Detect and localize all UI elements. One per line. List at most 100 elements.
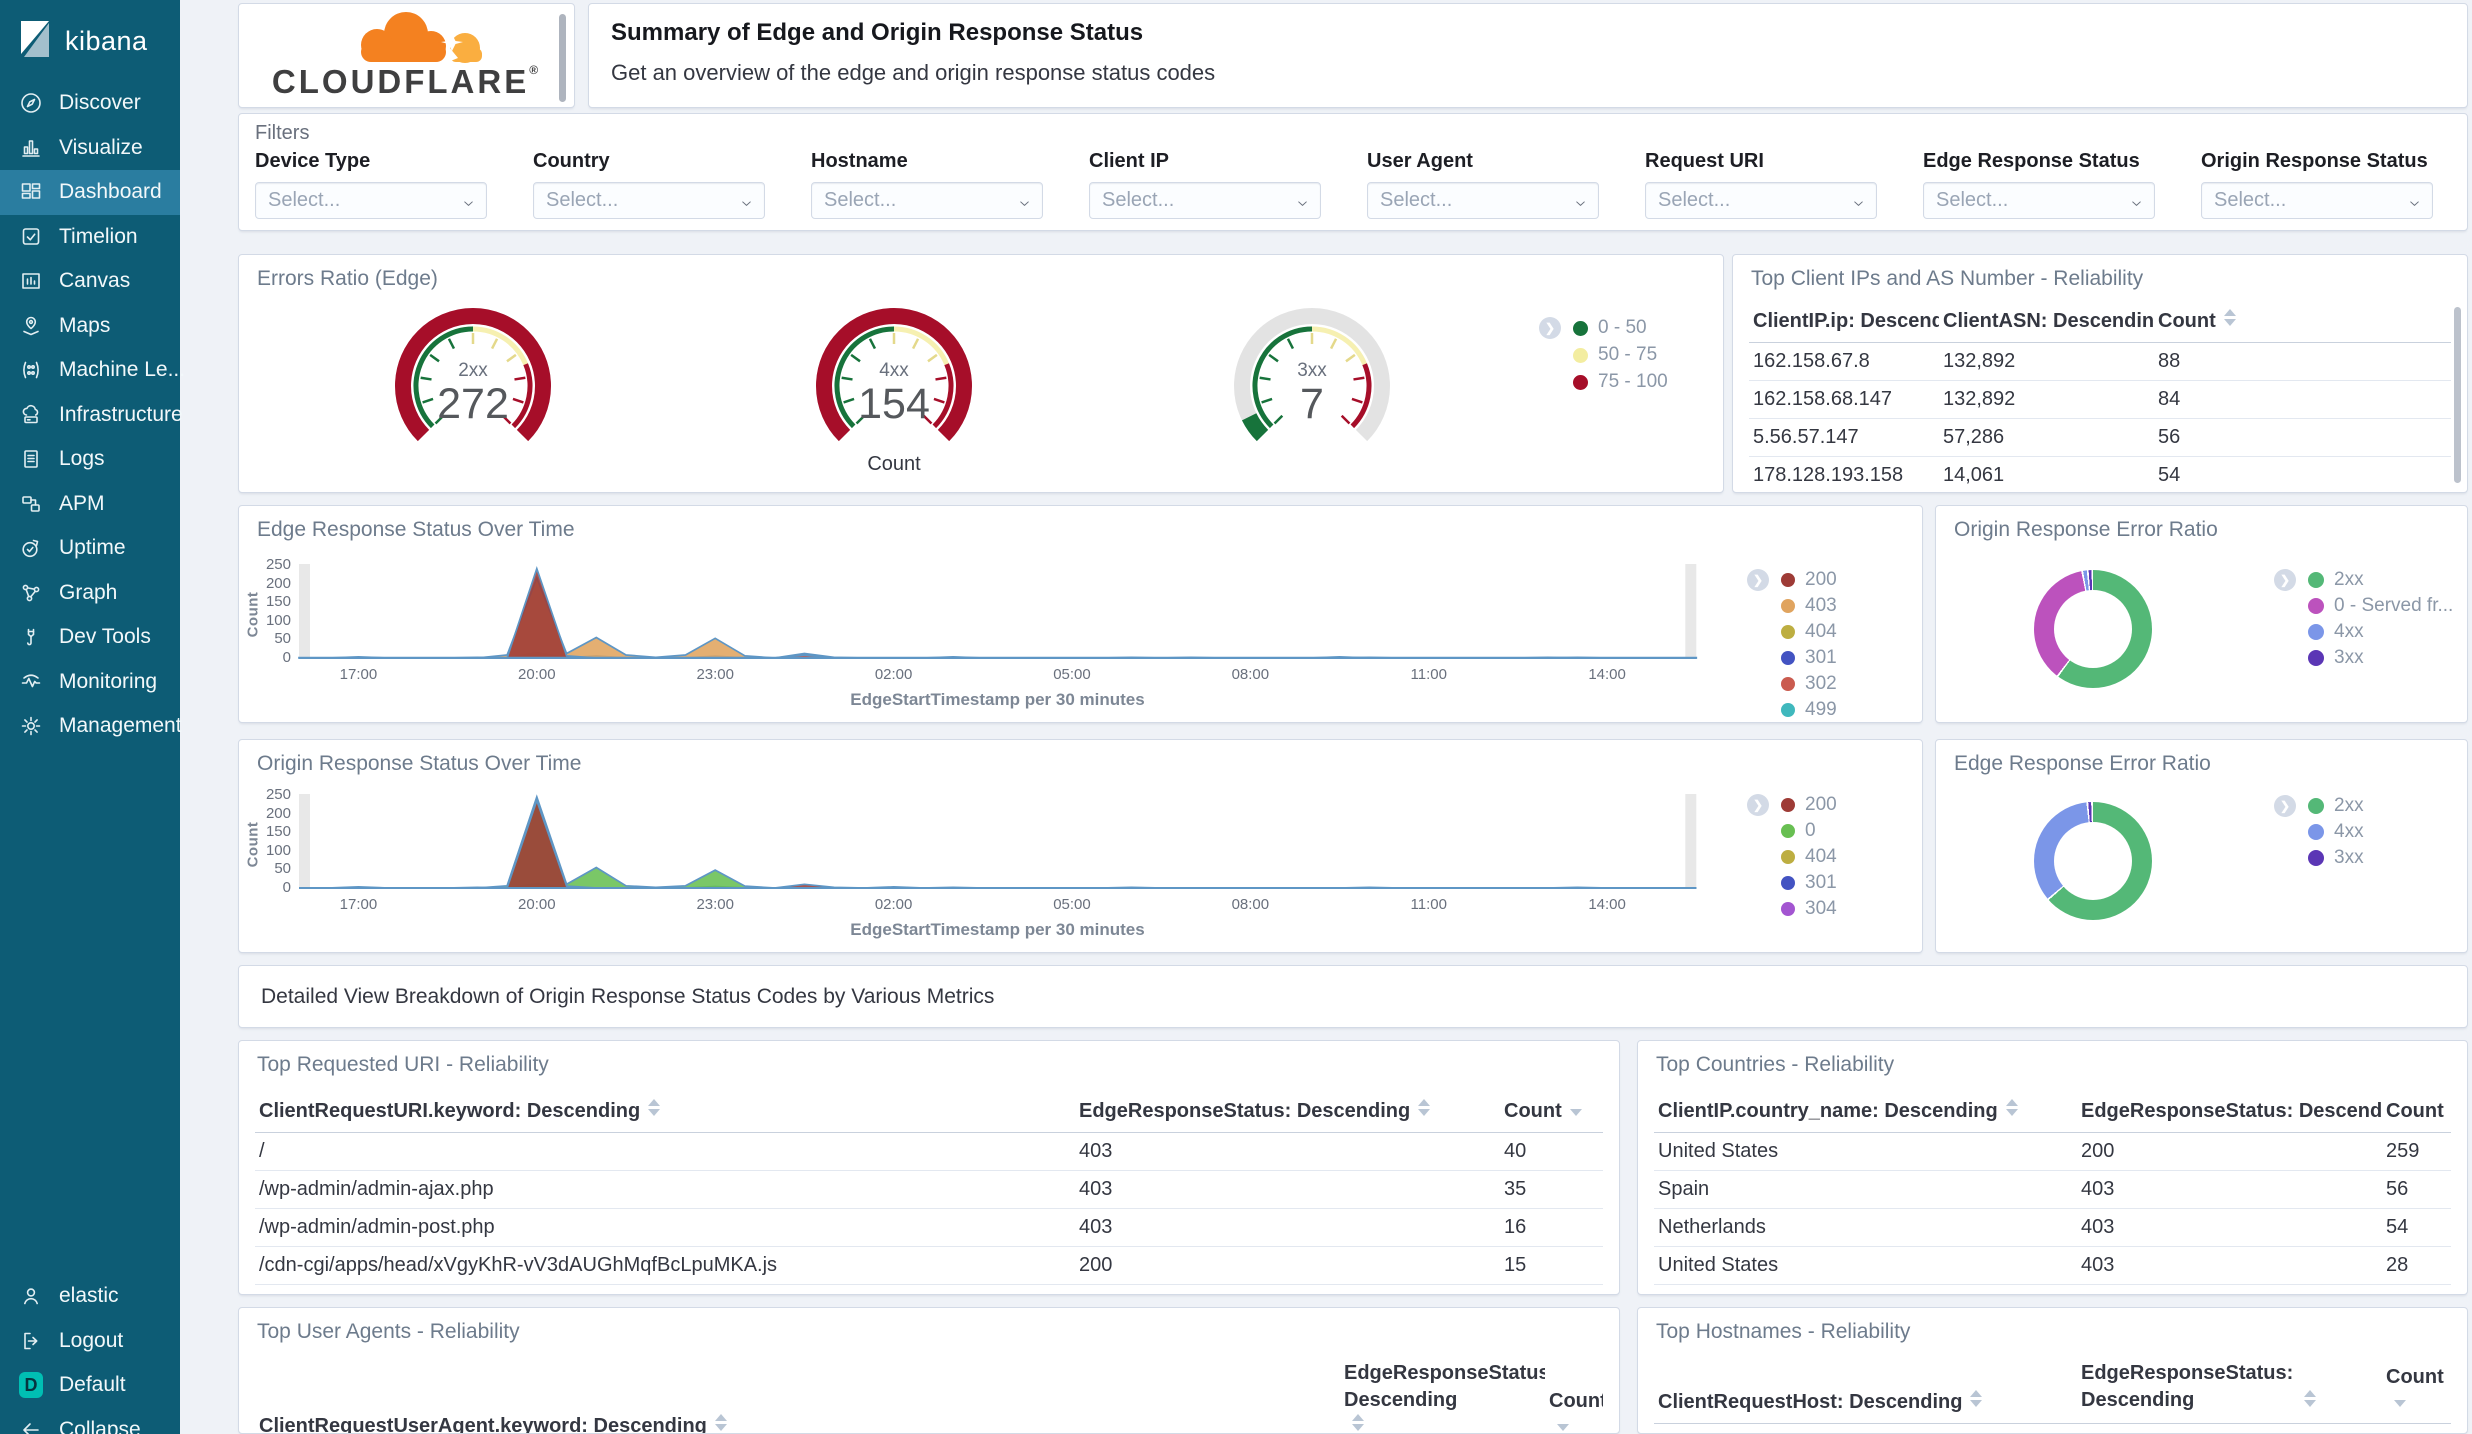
filter-select-request-uri[interactable]: Select...: [1645, 182, 1877, 219]
edge-response-status-over-time-panel: Edge Response Status Over Time 0 50 100 150…: [238, 505, 1923, 723]
filter-select-origin-response-status[interactable]: Select...: [2201, 182, 2433, 219]
sidebar-item-logs[interactable]: Logs: [0, 437, 180, 482]
legend-item-304[interactable]: 304: [1781, 898, 1837, 920]
legend-item-2xx[interactable]: 2xx: [2308, 569, 2364, 591]
legend-expand-icon[interactable]: ❯: [1747, 794, 1769, 816]
sidebar-item-maps[interactable]: Maps: [0, 304, 180, 349]
sidebar-item-monitoring[interactable]: Monitoring: [0, 660, 180, 705]
table-row: 162.158.67.8 132,892 88: [1749, 342, 2451, 381]
maps-icon: [19, 314, 43, 338]
chevron-down-icon: [1295, 194, 1310, 217]
legend-item-0[interactable]: 0: [1781, 820, 1816, 842]
sidebar-item-graph[interactable]: Graph: [0, 571, 180, 616]
column-header-clientasn-descending[interactable]: ClientASN: Descending: [1939, 303, 2154, 343]
legend-label: 404: [1805, 846, 1837, 867]
table-row: United States 200 259: [1654, 1132, 2451, 1171]
legend-item-4xx[interactable]: 4xx: [2308, 821, 2364, 843]
column-header-count[interactable]: Count: [2154, 303, 2451, 343]
table-cell: 242: [2382, 1423, 2451, 1433]
sidebar-footer-item-logout[interactable]: Logout: [0, 1319, 180, 1364]
column-header-clientrequesturi-keyword-descending[interactable]: ClientRequestURI.keyword: Descending: [255, 1093, 1075, 1133]
legend-item-3xx[interactable]: 3xx: [2308, 847, 2364, 869]
sidebar-item-timelion[interactable]: Timelion: [0, 215, 180, 260]
filter-label: Device Type: [255, 150, 371, 172]
cloudflare-cloud-icon: [360, 12, 482, 63]
legend-label: 499: [1805, 699, 1837, 720]
client-ips-scrollbar[interactable]: [2454, 307, 2461, 483]
column-header-clientrequestuseragent-keyword-descending[interactable]: ClientRequestUserAgent.keyword: Descendi…: [255, 1354, 1340, 1433]
legend-item-3xx[interactable]: 3xx: [2308, 647, 2364, 669]
top-countries-panel: Top Countries - Reliability ClientIP.cou…: [1637, 1040, 2468, 1295]
legend-item-403[interactable]: 403: [1781, 595, 1837, 617]
legend-label: 302: [1805, 673, 1837, 694]
sidebar-item-infrastructure[interactable]: Infrastructure: [0, 393, 183, 438]
legend-item-301[interactable]: 301: [1781, 872, 1837, 894]
filter-select-device-type[interactable]: Select...: [255, 182, 487, 219]
legend-item-4xx[interactable]: 4xx: [2308, 621, 2364, 643]
gauge-caption: Count: [867, 453, 921, 475]
legend-item-499[interactable]: 499: [1781, 699, 1837, 721]
table-cell: 403: [1075, 1208, 1500, 1247]
data-table: ClientRequestURI.keyword: Descending Edge…: [255, 1093, 1603, 1285]
sidebar-item-uptime[interactable]: Uptime: [0, 526, 180, 571]
filter-select-client-ip[interactable]: Select...: [1089, 182, 1321, 219]
sidebar-item-dashboard[interactable]: Dashboard: [0, 170, 180, 215]
column-header-edgeresponsestatus-descending[interactable]: EdgeResponseStatus: Descending: [1340, 1354, 1545, 1433]
legend-color-dot: [1781, 798, 1795, 812]
sidebar-item-apm[interactable]: APM: [0, 482, 180, 527]
sidebar-item-machine-le[interactable]: Machine Le...: [0, 348, 185, 393]
sidebar-footer-item-elastic[interactable]: elastic: [0, 1274, 180, 1319]
column-header-count[interactable]: Count: [1500, 1093, 1603, 1133]
sort-icon: [714, 1414, 727, 1431]
sidebar-footer-item-default[interactable]: D Default: [0, 1363, 180, 1408]
filter-label: Client IP: [1089, 150, 1170, 172]
column-header-count[interactable]: Count: [1545, 1354, 1603, 1433]
legend-item-75-100[interactable]: 75 - 100: [1573, 371, 1668, 393]
filter-select-edge-response-status[interactable]: Select...: [1923, 182, 2155, 219]
legend-item-404[interactable]: 404: [1781, 846, 1837, 868]
column-header-edgeresponsestatus-descending[interactable]: EdgeResponseStatus: Descending: [2077, 1093, 2382, 1133]
table-cell: 84: [2154, 380, 2451, 419]
filter-select-hostname[interactable]: Select...: [811, 182, 1043, 219]
column-header-count[interactable]: Count: [2382, 1093, 2451, 1133]
legend-item-200[interactable]: 200: [1781, 569, 1837, 591]
filter-select-placeholder: Select...: [546, 189, 619, 211]
brand-panel-scrollbar[interactable]: [559, 14, 566, 102]
legend-expand-icon[interactable]: ❯: [2274, 795, 2296, 817]
table-row: 5.56.57.147 57,286 56: [1749, 418, 2451, 457]
legend-item-200[interactable]: 200: [1781, 794, 1837, 816]
legend-item-0-served-fr-[interactable]: 0 - Served fr...: [2308, 595, 2453, 617]
table-cell: 88: [2154, 342, 2451, 381]
sidebar-item-discover[interactable]: Discover: [0, 81, 180, 126]
sidebar-item-canvas[interactable]: Canvas: [0, 259, 180, 304]
default-space-badge: D: [19, 1372, 43, 1399]
legend-item-0-50[interactable]: 0 - 50: [1573, 317, 1647, 339]
legend-item-302[interactable]: 302: [1781, 673, 1837, 695]
legend-item-2xx[interactable]: 2xx: [2308, 795, 2364, 817]
column-header-clientip-country-name-descending[interactable]: ClientIP.country_name: Descending: [1654, 1093, 2077, 1133]
legend-item-301[interactable]: 301: [1781, 647, 1837, 669]
x-axis-tick: 23:00: [696, 666, 734, 683]
kibana-logo[interactable]: kibana: [0, 0, 180, 81]
legend-item-50-75[interactable]: 50 - 75: [1573, 344, 1657, 366]
sidebar-item-visualize[interactable]: Visualize: [0, 126, 180, 171]
column-header-clientrequesthost-descending[interactable]: ClientRequestHost: Descending: [1654, 1354, 2077, 1424]
filter-select-country[interactable]: Select...: [533, 182, 765, 219]
cloudflare-logo: CLOUDFLARE®: [267, 8, 547, 101]
legend-expand-icon[interactable]: ❯: [1747, 569, 1769, 591]
column-header-clientip-ip-descending[interactable]: ClientIP.ip: Descending: [1749, 303, 1939, 343]
x-axis-tick: 11:00: [1410, 896, 1447, 913]
x-axis-tick: 11:00: [1410, 666, 1447, 683]
column-header-edgeresponsestatus-descending[interactable]: EdgeResponseStatus: Descending: [1075, 1093, 1500, 1133]
filter-select-user-agent[interactable]: Select...: [1367, 182, 1599, 219]
legend-expand-icon[interactable]: ❯: [1539, 317, 1561, 339]
legend-item-404[interactable]: 404: [1781, 621, 1837, 643]
sidebar-item-management[interactable]: Management: [0, 704, 182, 749]
column-header-edgeresponsestatus-descending[interactable]: EdgeResponseStatus: Descending: [2077, 1354, 2382, 1424]
sidebar-footer-item-collapse[interactable]: Collapse: [0, 1408, 180, 1434]
dashboard-icon: [19, 180, 43, 204]
kibana-logo-text: kibana: [65, 26, 148, 56]
legend-expand-icon[interactable]: ❯: [2274, 569, 2296, 591]
column-header-count[interactable]: Count: [2382, 1354, 2451, 1424]
sidebar-item-dev-tools[interactable]: Dev Tools: [0, 615, 180, 660]
